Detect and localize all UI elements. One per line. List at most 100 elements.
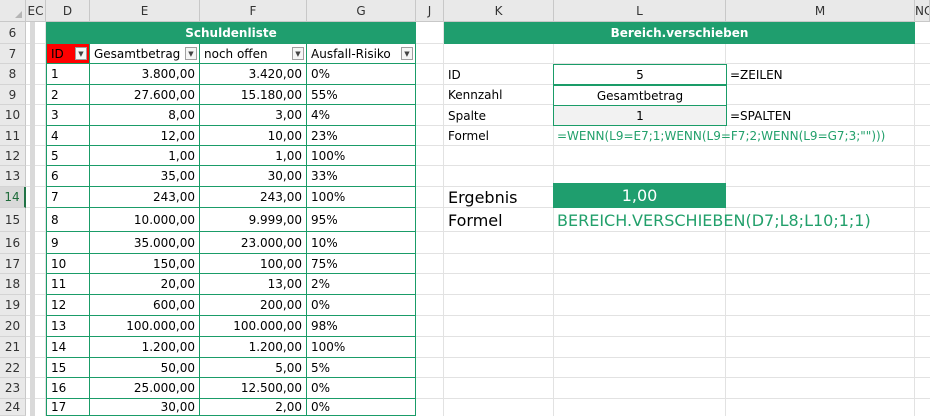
cell-ausfall-risiko[interactable]: 55% [307,85,416,105]
cell-ausfall-risiko[interactable]: 0% [307,399,416,416]
column-header[interactable]: J [416,0,444,22]
row-header[interactable]: 20 [0,316,26,337]
cell-noch-offen[interactable]: 30,00 [200,166,307,187]
column-header[interactable]: K [444,0,554,22]
cell-noch-offen[interactable]: 15.180,00 [200,85,307,105]
cell-noch-offen[interactable]: 1.200,00 [200,337,307,358]
cell-noch-offen[interactable]: 243,00 [200,187,307,208]
row-header[interactable]: 7 [0,44,26,64]
cell-id[interactable]: 4 [46,126,90,146]
cell-ausfall-risiko[interactable]: 5% [307,358,416,378]
note-spalten[interactable]: =SPALTEN [726,105,886,126]
cell-ausfall-risiko[interactable]: 100% [307,187,416,208]
header-gesamtbetrag[interactable]: Gesamtbetrag ▼ [90,44,200,64]
header-ausfall-risiko[interactable]: Ausfall-Risiko ▼ [307,44,416,64]
formula-wenn[interactable]: =WENN(L9=E7;1;WENN(L9=F7;2;WENN(L9=G7;3;… [553,126,923,146]
result-value[interactable]: 1,00 [553,183,726,208]
cell-noch-offen[interactable]: 100,00 [200,254,307,274]
column-header[interactable]: F [200,0,307,22]
select-all-corner[interactable] [0,0,26,22]
row-header[interactable]: 15 [0,208,26,232]
cell-noch-offen[interactable]: 10,00 [200,126,307,146]
cell-ausfall-risiko[interactable]: 0% [307,64,416,85]
cell-noch-offen[interactable]: 5,00 [200,358,307,378]
cell-noch-offen[interactable]: 3.420,00 [200,64,307,85]
cell-ausfall-risiko[interactable]: 4% [307,105,416,126]
filter-dropdown-icon[interactable]: ▼ [75,47,87,60]
cell-id[interactable]: 9 [46,232,90,254]
cell-id[interactable]: 7 [46,187,90,208]
cell-gesamtbetrag[interactable]: 243,00 [90,187,200,208]
row-header[interactable]: 18 [0,274,26,295]
row-header[interactable]: 9 [0,85,26,105]
cell-gesamtbetrag[interactable]: 20,00 [90,274,200,295]
cell-gesamtbetrag[interactable]: 35,00 [90,166,200,187]
cell-id[interactable]: 14 [46,337,90,358]
label-formel-2[interactable]: Formel [444,208,554,232]
cell-id[interactable]: 13 [46,316,90,337]
spreadsheet-grid[interactable]: ECDEFGJKLMNC 678910111213141516171819202… [0,0,930,416]
formula-bereich-verschieben[interactable]: BEREICH.VERSCHIEBEN(D7;L8;L10;1;1) [553,208,915,232]
cell-noch-offen[interactable]: 23.000,00 [200,232,307,254]
label-id[interactable]: ID [444,64,554,85]
cell-gesamtbetrag[interactable]: 3.800,00 [90,64,200,85]
column-header[interactable]: M [726,0,915,22]
row-header[interactable]: 23 [0,378,26,399]
row-header[interactable]: 21 [0,337,26,358]
cell-noch-offen[interactable]: 3,00 [200,105,307,126]
cell-ausfall-risiko[interactable]: 0% [307,295,416,316]
cell-gesamtbetrag[interactable]: 35.000,00 [90,232,200,254]
cell-ausfall-risiko[interactable]: 2% [307,274,416,295]
cell-gesamtbetrag[interactable]: 10.000,00 [90,208,200,232]
schuldenliste-title[interactable]: Schuldenliste [46,22,416,44]
cell-gesamtbetrag[interactable]: 100.000,00 [90,316,200,337]
row-header[interactable]: 24 [0,399,26,416]
cell-id[interactable]: 1 [46,64,90,85]
row-header[interactable]: 17 [0,254,26,274]
row-header[interactable]: 12 [0,146,26,166]
cell-gesamtbetrag[interactable]: 150,00 [90,254,200,274]
column-header[interactable]: G [307,0,416,22]
cell-gesamtbetrag[interactable]: 25.000,00 [90,378,200,399]
cell-gesamtbetrag[interactable]: 30,00 [90,399,200,416]
cell-id[interactable]: 2 [46,85,90,105]
cell-noch-offen[interactable]: 12.500,00 [200,378,307,399]
cell-id[interactable]: 15 [46,358,90,378]
row-header[interactable]: 10 [0,105,26,126]
cell-noch-offen[interactable]: 13,00 [200,274,307,295]
cell-ausfall-risiko[interactable]: 23% [307,126,416,146]
cell-ausfall-risiko[interactable]: 0% [307,378,416,399]
row-header[interactable]: 6 [0,22,26,44]
cell-ausfall-risiko[interactable]: 95% [307,208,416,232]
input-id[interactable]: 5 [553,64,727,85]
row-header[interactable]: 13 [0,166,26,187]
cell-noch-offen[interactable]: 200,00 [200,295,307,316]
label-ergebnis[interactable]: Ergebnis [444,187,554,208]
row-header[interactable]: 19 [0,295,26,316]
cell-noch-offen[interactable]: 1,00 [200,146,307,166]
cell-gesamtbetrag[interactable]: 8,00 [90,105,200,126]
cell-id[interactable]: 16 [46,378,90,399]
bereich-title[interactable]: Bereich.verschieben [444,22,915,44]
row-header[interactable]: 11 [0,126,26,146]
label-formel[interactable]: Formel [444,126,554,146]
cell-id[interactable]: 3 [46,105,90,126]
filter-dropdown-icon[interactable]: ▼ [185,47,197,60]
column-header[interactable]: NC [915,0,930,22]
column-header[interactable]: L [554,0,726,22]
cell-noch-offen[interactable]: 100.000,00 [200,316,307,337]
cell-gesamtbetrag[interactable]: 12,00 [90,126,200,146]
label-spalte[interactable]: Spalte [444,105,554,126]
input-kennzahl[interactable]: Gesamtbetrag [553,85,727,106]
column-header[interactable]: EC [26,0,46,22]
cell-ausfall-risiko[interactable]: 75% [307,254,416,274]
header-noch-offen[interactable]: noch offen ▼ [200,44,307,64]
cell-ausfall-risiko[interactable]: 100% [307,337,416,358]
filter-dropdown-icon[interactable]: ▼ [292,47,304,60]
cell-gesamtbetrag[interactable]: 600,00 [90,295,200,316]
cell-id[interactable]: 6 [46,166,90,187]
cell-gesamtbetrag[interactable]: 50,00 [90,358,200,378]
row-header[interactable]: 8 [0,64,26,85]
cell-id[interactable]: 11 [46,274,90,295]
cell-noch-offen[interactable]: 2,00 [200,399,307,416]
